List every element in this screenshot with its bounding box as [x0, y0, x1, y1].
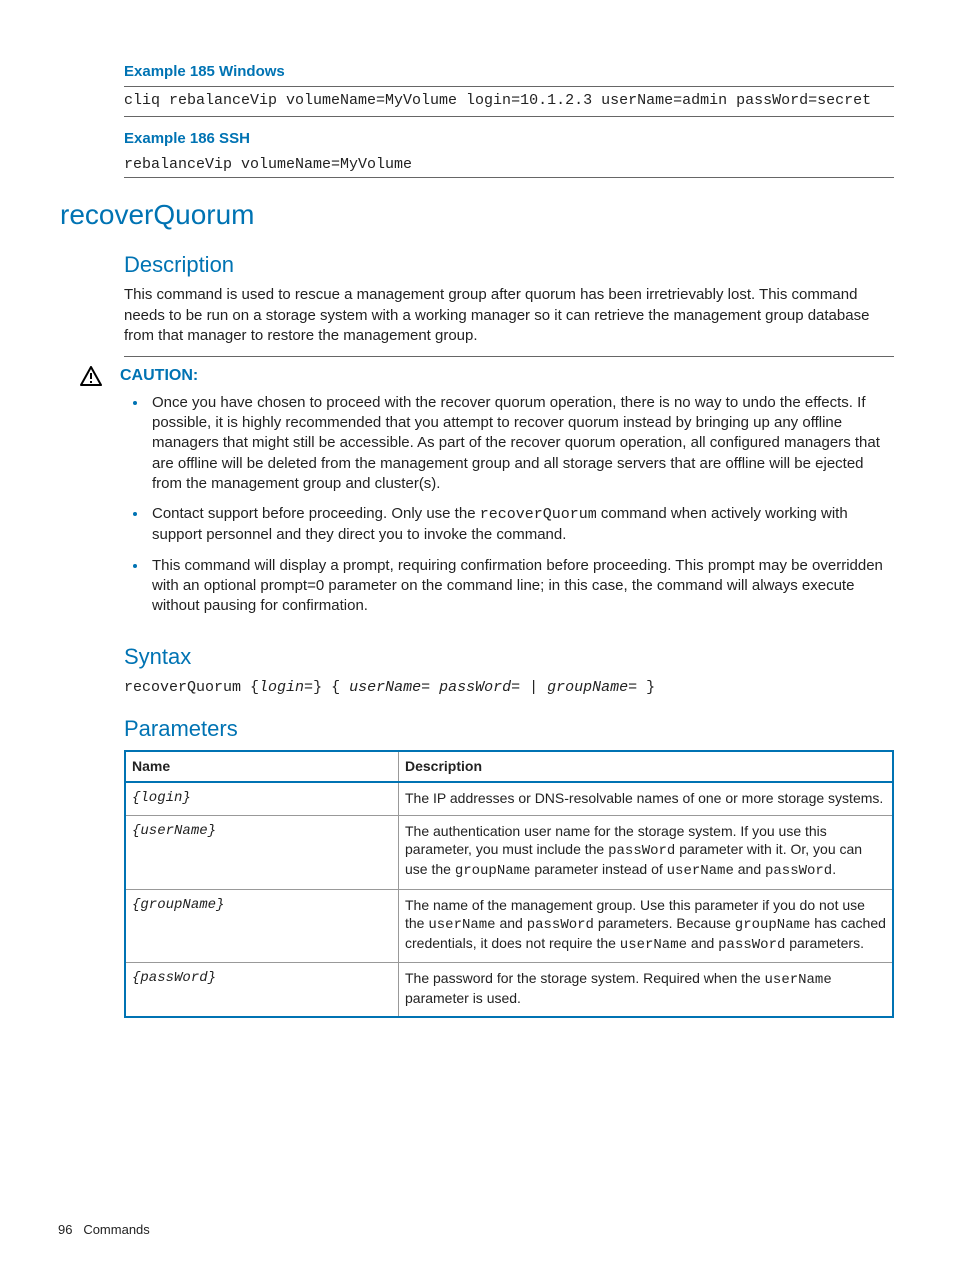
parameters-heading: Parameters — [124, 714, 894, 744]
caution-item: Once you have chosen to proceed with the… — [148, 393, 894, 494]
param-name: {userName} — [125, 816, 399, 890]
param-name: {passWord} — [125, 963, 399, 1017]
param-name: {login} — [125, 782, 399, 816]
caution-icon — [80, 365, 120, 392]
example-185-title: Example 185 Windows — [124, 62, 894, 82]
param-desc: The authentication user name for the sto… — [399, 816, 894, 890]
param-name: {groupName} — [125, 889, 399, 963]
syntax-line: recoverQuorum {login=} { userName= passW… — [124, 678, 894, 698]
table-row: {userName}The authentication user name f… — [125, 816, 893, 890]
table-row: {passWord}The password for the storage s… — [125, 963, 893, 1017]
param-desc: The password for the storage system. Req… — [399, 963, 894, 1017]
divider — [124, 356, 894, 357]
syntax-heading: Syntax — [124, 642, 894, 672]
table-row: {login}The IP addresses or DNS-resolvabl… — [125, 782, 893, 816]
example-186-title: Example 186 SSH — [124, 129, 894, 149]
col-name: Name — [125, 751, 399, 782]
table-row: {groupName}The name of the management gr… — [125, 889, 893, 963]
example-186-code: rebalanceVip volumeName=MyVolume — [124, 153, 894, 178]
param-desc: The IP addresses or DNS-resolvable names… — [399, 782, 894, 816]
parameters-table: Name Description {login}The IP addresses… — [124, 750, 894, 1018]
page-footer: 96 Commands — [58, 1221, 150, 1239]
command-heading: recoverQuorum — [60, 196, 894, 234]
description-body: This command is used to rescue a managem… — [124, 285, 894, 346]
example-185-code: cliq rebalanceVip volumeName=MyVolume lo… — [124, 86, 894, 116]
description-heading: Description — [124, 250, 894, 280]
param-desc: The name of the management group. Use th… — [399, 889, 894, 963]
col-desc: Description — [399, 751, 894, 782]
caution-item: This command will display a prompt, requ… — [148, 556, 894, 617]
caution-label: CAUTION: — [120, 367, 198, 384]
caution-item: Contact support before proceeding. Only … — [148, 504, 894, 546]
caution-list: Once you have chosen to proceed with the… — [120, 393, 894, 617]
